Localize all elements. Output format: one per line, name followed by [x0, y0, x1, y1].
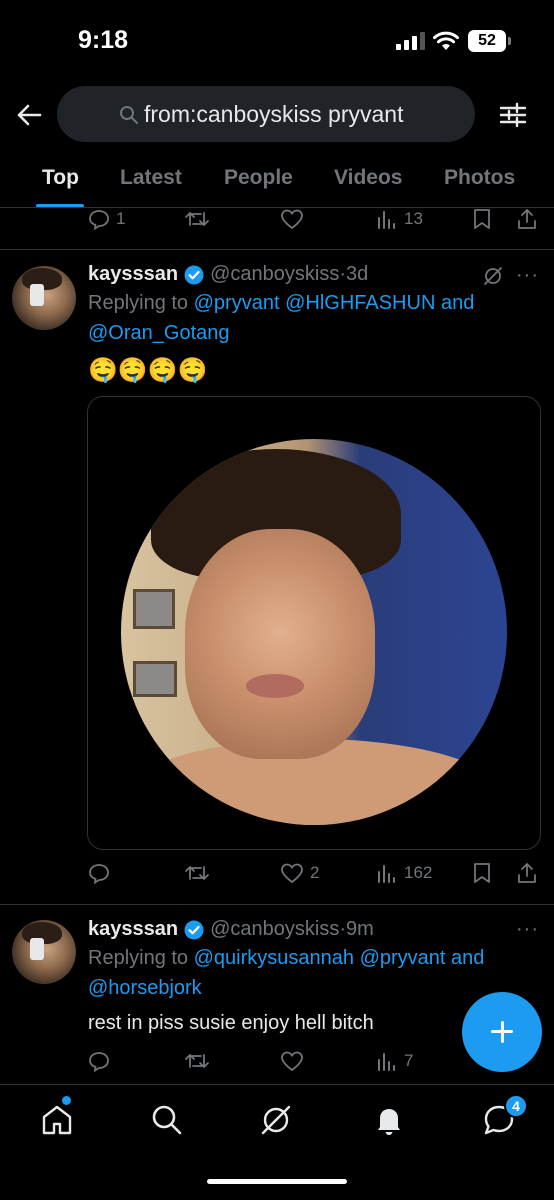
heart-icon — [281, 1051, 303, 1072]
tweet-media[interactable] — [87, 396, 541, 850]
reply-count: 1 — [116, 209, 126, 228]
reply-icon — [89, 864, 109, 884]
verified-badge-icon — [184, 265, 204, 284]
status-time: 9:18 — [78, 26, 129, 54]
reply-icon — [89, 1052, 109, 1072]
like-button[interactable]: 2 — [280, 858, 319, 888]
mention-links[interactable]: @quirkysusannah @pryvant — [194, 947, 446, 969]
home-notification-dot — [62, 1096, 71, 1105]
repost-icon — [185, 1054, 209, 1068]
reply-icon — [89, 210, 109, 230]
share-icon — [518, 209, 536, 229]
reply-button[interactable] — [88, 858, 110, 888]
tab-top[interactable]: Top — [42, 166, 79, 190]
repost-button[interactable] — [184, 204, 210, 234]
views-icon — [378, 865, 395, 883]
user-handle: @canboyskiss — [210, 918, 340, 940]
views-button[interactable]: 7 — [376, 1046, 413, 1076]
share-button[interactable] — [516, 204, 538, 234]
tweet-time: 3d — [346, 263, 369, 285]
reply-button[interactable] — [88, 1046, 110, 1076]
bookmark-button[interactable] — [472, 858, 492, 888]
tab-videos[interactable]: Videos — [334, 166, 402, 190]
separator-dot: · — [339, 918, 346, 940]
tweet-actions: 2 162 — [0, 858, 554, 888]
views-button[interactable]: 162 — [376, 858, 432, 888]
messages-badge: 4 — [504, 1094, 528, 1118]
search-query: from:canboyskiss pryvant — [144, 101, 404, 127]
verified-badge-icon — [184, 920, 204, 939]
grok-icon[interactable] — [259, 1103, 293, 1137]
display-name[interactable]: kaysssan — [88, 918, 178, 941]
home-icon[interactable] — [40, 1103, 74, 1137]
battery-level: 52 — [468, 30, 506, 52]
tweet-divider — [0, 904, 554, 905]
replying-and[interactable]: and — [441, 292, 474, 314]
search-icon[interactable] — [150, 1103, 184, 1137]
heart-icon — [281, 863, 303, 884]
like-button[interactable] — [280, 204, 304, 234]
tweet-actions: 1 13 — [0, 204, 554, 234]
views-count: 13 — [404, 209, 423, 228]
share-icon — [518, 863, 536, 883]
separator-dot: · — [339, 263, 346, 285]
user-handle: @canboyskiss — [210, 263, 340, 285]
bookmark-icon — [474, 863, 490, 883]
bookmark-icon — [474, 209, 490, 229]
like-button[interactable] — [280, 1046, 304, 1076]
views-icon — [378, 211, 395, 229]
tweet-time: 9m — [346, 918, 374, 940]
mention-links[interactable]: @pryvant @HlGHFASHUN — [194, 292, 436, 314]
grok-icon[interactable] — [482, 265, 504, 287]
filter-settings-icon[interactable] — [498, 100, 528, 130]
back-arrow-icon[interactable] — [14, 100, 44, 130]
bookmark-button[interactable] — [472, 204, 492, 234]
mention-link[interactable]: @Oran_Gotang — [88, 322, 230, 344]
tab-photos[interactable]: Photos — [444, 166, 515, 190]
views-button[interactable]: 13 — [376, 204, 423, 234]
views-count: 162 — [404, 863, 433, 882]
notifications-bell-icon[interactable] — [372, 1103, 406, 1137]
replying-to: Replying to @pryvant @HlGHFASHUN and @Or… — [88, 288, 518, 348]
status-bar: 9:18 52 — [0, 0, 554, 80]
profile-photo — [121, 439, 507, 825]
heart-icon — [281, 209, 303, 230]
repost-icon — [185, 212, 209, 226]
share-button[interactable] — [516, 858, 538, 888]
replying-prefix: Replying to — [88, 947, 189, 969]
replying-prefix: Replying to — [88, 292, 189, 314]
repost-button[interactable] — [184, 1046, 210, 1076]
views-icon — [378, 1053, 395, 1071]
tweet-text: rest in piss susie enjoy hell bitch — [88, 1012, 374, 1034]
search-tabs: Top Latest People Videos Photos — [0, 160, 554, 208]
display-name[interactable]: kaysssan — [88, 263, 178, 286]
tweet-header: kaysssan @canboyskiss · 9m — [88, 918, 374, 941]
avatar[interactable] — [12, 920, 76, 984]
repost-icon — [185, 866, 209, 880]
avatar[interactable] — [12, 266, 76, 330]
tab-people[interactable]: People — [224, 166, 293, 190]
more-options-icon[interactable]: ··· — [516, 264, 539, 287]
views-count: 7 — [404, 1051, 414, 1070]
replying-and[interactable]: and — [451, 947, 484, 969]
reply-button[interactable]: 1 — [88, 204, 125, 234]
battery-tip — [508, 37, 511, 45]
wifi-icon — [433, 31, 459, 50]
more-options-icon[interactable]: ··· — [516, 918, 539, 941]
tweet-text: 🤤🤤🤤🤤 — [88, 357, 208, 384]
mention-link[interactable]: @horsebjork — [88, 977, 202, 999]
like-count: 2 — [310, 863, 320, 882]
replying-to: Replying to @quirkysusannah @pryvant and… — [88, 943, 518, 1003]
home-indicator — [207, 1179, 347, 1184]
cellular-signal-icon — [396, 32, 426, 50]
search-input[interactable]: from:canboyskiss pryvant — [57, 86, 475, 142]
tweet-header: kaysssan @canboyskiss · 3d — [88, 263, 368, 286]
compose-button[interactable] — [462, 992, 542, 1072]
repost-button[interactable] — [184, 858, 210, 888]
tweet-divider — [0, 249, 554, 250]
search-icon — [120, 106, 138, 124]
tab-latest[interactable]: Latest — [120, 166, 182, 190]
